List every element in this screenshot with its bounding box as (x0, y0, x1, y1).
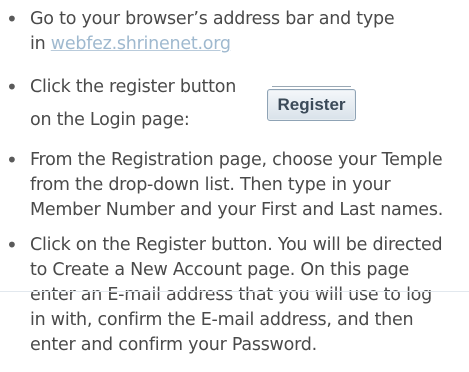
instruction-line: enter and confirm your Password. (30, 335, 317, 355)
instruction-line: from the drop-down list. Then type in yo… (30, 175, 391, 195)
list-item-text: Go to your browser’s address bar and typ… (30, 7, 466, 57)
bullet: • (6, 7, 18, 31)
instruction-text: in (30, 34, 51, 54)
instruction-line: in with, confirm the E-mail address, and… (30, 310, 414, 330)
register-button[interactable]: Register (267, 86, 356, 121)
instruction-line: on the Login page: (30, 110, 190, 130)
instruction-line: Go to your browser’s address bar and typ… (30, 9, 395, 29)
list-item-text: From the Registration page, choose your … (30, 148, 466, 223)
instruction-line: in webfez.shrinenet.org (30, 32, 466, 57)
instruction-line: Member Number and your First and Last na… (30, 200, 444, 220)
divider (272, 86, 351, 87)
register-button-label: Register (277, 95, 346, 114)
instruction-line: From the Registration page, choose your … (30, 150, 443, 170)
scan-divider (0, 291, 469, 292)
bullet: • (6, 75, 18, 99)
instruction-line: enter an E-mail address that you will us… (30, 285, 432, 305)
instruction-line: Click the register button (30, 77, 237, 97)
website-link[interactable]: webfez.shrinenet.org (51, 34, 231, 54)
instruction-line: to Create a New Account page. On this pa… (30, 260, 410, 280)
instruction-line: Click on the Register button. You will b… (30, 235, 443, 255)
bullet: • (6, 233, 18, 257)
list-item-text: Click on the Register button. You will b… (30, 233, 466, 358)
list-item-text: Click the register button on the Login p… (30, 75, 466, 133)
bullet: • (6, 148, 18, 172)
